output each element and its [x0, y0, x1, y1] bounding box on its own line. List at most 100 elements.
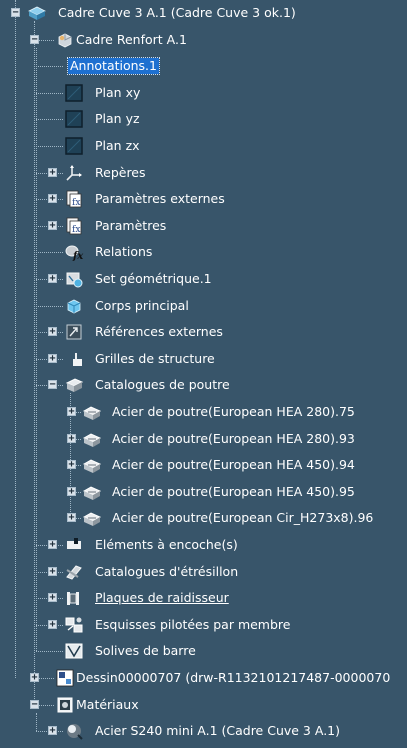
- body-icon[interactable]: [64, 296, 84, 316]
- tree-node-label[interactable]: Acier de poutre(European HEA 280).75: [110, 404, 357, 420]
- parameters-icon[interactable]: fx: [64, 216, 84, 236]
- plane-icon[interactable]: [64, 136, 84, 156]
- tree-node-annotations-1[interactable]: Annotations.1: [0, 54, 407, 78]
- tree-node-label[interactable]: Set géométrique.1: [93, 271, 214, 287]
- tree-node-label[interactable]: Solives de barre: [93, 643, 198, 659]
- tree-node-acier-de-poutre-european-hea-450-95[interactable]: + Acier de poutre(European HEA 450).95: [0, 480, 407, 504]
- tree-node-label[interactable]: Grilles de structure: [93, 351, 217, 367]
- expand-button[interactable]: +: [67, 407, 76, 417]
- expand-button[interactable]: +: [67, 513, 76, 523]
- tree-node-materiaux[interactable]: − Matériaux: [0, 693, 407, 717]
- tree-node-label[interactable]: Matériaux: [74, 697, 141, 713]
- collapse-button[interactable]: −: [48, 380, 57, 390]
- tree-node-label[interactable]: Références externes: [93, 324, 225, 340]
- parameters-icon[interactable]: fx: [64, 189, 84, 209]
- tree-node-label[interactable]: Repères: [93, 165, 148, 181]
- tree-node-grilles-de-structure[interactable]: + Grilles de structure: [0, 347, 407, 371]
- tree-node-label[interactable]: Corps principal: [93, 298, 191, 314]
- tree-node-label[interactable]: Paramètres externes: [93, 191, 227, 207]
- specification-tree[interactable]: − Cadre Cuve 3 A.1 (Cadre Cuve 3 ok.1) − Ca…: [0, 0, 407, 748]
- tree-node-label[interactable]: Relations: [93, 244, 154, 260]
- tree-node-label[interactable]: Acier de poutre(European HEA 450).95: [110, 484, 357, 500]
- collapse-button[interactable]: −: [11, 8, 20, 18]
- stiffener-plate-icon[interactable]: [64, 588, 84, 608]
- tree-node-label[interactable]: Plan zx: [93, 138, 142, 154]
- part-icon[interactable]: [55, 30, 75, 50]
- notch-icon[interactable]: [64, 535, 84, 555]
- tree-node-set-geometrique-1[interactable]: + Set géométrique.1: [0, 267, 407, 291]
- tree-node-label[interactable]: Annotations.1: [67, 57, 160, 76]
- tree-node-acier-de-poutre-european-hea-450-94[interactable]: + Acier de poutre(European HEA 450).94: [0, 453, 407, 477]
- tree-node-label[interactable]: Acier S240 mini A.1 (Cadre Cuve 3 A.1): [93, 723, 342, 739]
- tree-node-relations[interactable]: fx Relations: [0, 240, 407, 264]
- axis-system-icon[interactable]: [64, 163, 84, 183]
- expand-button[interactable]: +: [48, 566, 57, 576]
- tree-node-label[interactable]: Esquisses pilotées par membre: [93, 617, 292, 633]
- tree-node-plan-xy[interactable]: Plan xy: [0, 81, 407, 105]
- tree-node-elements-a-encoche-s[interactable]: + Eléments à encoche(s): [0, 533, 407, 557]
- expand-button[interactable]: +: [30, 673, 39, 683]
- beam-icon[interactable]: [82, 402, 102, 422]
- tree-node-catalogues-d-etresillon[interactable]: + Catalogues d'étrésillon: [0, 560, 407, 584]
- beam-catalog-icon[interactable]: [64, 375, 84, 395]
- tree-node-cadre-renfort-a-1[interactable]: − Cadre Renfort A.1: [0, 28, 407, 52]
- expand-button[interactable]: +: [48, 353, 57, 363]
- expand-button[interactable]: +: [67, 460, 76, 470]
- expand-button[interactable]: +: [48, 593, 57, 603]
- tree-node-label[interactable]: Plan yz: [93, 111, 142, 127]
- expand-button[interactable]: +: [67, 433, 76, 443]
- expand-button[interactable]: +: [48, 274, 57, 284]
- expand-button[interactable]: +: [48, 619, 57, 629]
- product-icon[interactable]: [27, 3, 47, 23]
- tree-node-acier-de-poutre-european-hea-280-75[interactable]: + Acier de poutre(European HEA 280).75: [0, 400, 407, 424]
- beam-icon[interactable]: [82, 429, 102, 449]
- collapse-button[interactable]: −: [30, 34, 39, 44]
- tree-node-label[interactable]: Catalogues d'étrésillon: [93, 564, 240, 580]
- drawing-icon[interactable]: [55, 668, 75, 688]
- beam-icon[interactable]: [82, 455, 102, 475]
- tree-node-label[interactable]: Cadre Cuve 3 A.1 (Cadre Cuve 3 ok.1): [56, 5, 298, 21]
- relations-icon[interactable]: fx: [64, 242, 84, 262]
- tree-node-plan-zx[interactable]: Plan zx: [0, 134, 407, 158]
- expand-button[interactable]: +: [48, 220, 57, 230]
- tree-node-parametres[interactable]: + fx Paramètres: [0, 214, 407, 238]
- tree-node-plan-yz[interactable]: Plan yz: [0, 107, 407, 131]
- tree-node-reperes[interactable]: + Repères: [0, 161, 407, 185]
- tree-node-solives-de-barre[interactable]: Solives de barre: [0, 639, 407, 663]
- tree-node-acier-de-poutre-european-hea-280-93[interactable]: + Acier de poutre(European HEA 280).93: [0, 427, 407, 451]
- plane-icon[interactable]: [64, 83, 84, 103]
- tree-node-references-externes[interactable]: + Références externes: [0, 320, 407, 344]
- expand-button[interactable]: +: [48, 540, 57, 550]
- tree-node-label[interactable]: Eléments à encoche(s): [93, 537, 240, 553]
- beam-icon[interactable]: [82, 508, 102, 528]
- tree-node-label[interactable]: Plan xy: [93, 85, 142, 101]
- expand-button[interactable]: +: [48, 167, 57, 177]
- tree-node-parametres-externes[interactable]: + fx Paramètres externes: [0, 187, 407, 211]
- tree-node-label[interactable]: Acier de poutre(European Cir_H273x8).96: [110, 510, 375, 526]
- external-references-icon[interactable]: [64, 322, 84, 342]
- tree-node-corps-principal[interactable]: Corps principal: [0, 294, 407, 318]
- materials-icon[interactable]: [55, 695, 75, 715]
- tree-node-label[interactable]: Cadre Renfort A.1: [74, 32, 189, 48]
- tree-node-plaques-de-raidisseur[interactable]: + Plaques de raidisseur: [0, 586, 407, 610]
- tree-node-label[interactable]: Acier de poutre(European HEA 280).93: [110, 431, 357, 447]
- tree-node-label[interactable]: Acier de poutre(European HEA 450).94: [110, 457, 357, 473]
- sketch-icon[interactable]: [64, 615, 84, 635]
- grid-icon[interactable]: [64, 349, 84, 369]
- strut-catalog-icon[interactable]: [64, 562, 84, 582]
- collapse-button[interactable]: −: [30, 699, 39, 709]
- tree-node-label[interactable]: Catalogues de poutre: [93, 377, 232, 393]
- beam-icon[interactable]: [82, 482, 102, 502]
- expand-button[interactable]: +: [67, 486, 76, 496]
- tree-node-catalogues-de-poutre[interactable]: − Catalogues de poutre: [0, 373, 407, 397]
- tree-node-acier-s240-mini-a-1-cadre-cuve-3-a-1[interactable]: + Acier S240 mini A.1 (Cadre Cuve 3 A.1): [0, 719, 407, 743]
- tree-node-dessin00000707-drw-r1132101217487-0000070[interactable]: + Dessin00000707 (drw-R1132101217487-0000…: [0, 666, 407, 690]
- expand-button[interactable]: +: [48, 194, 57, 204]
- expand-button[interactable]: +: [48, 726, 57, 736]
- tree-node-acier-de-poutre-european-cir-h273x8-96[interactable]: + Acier de poutre(European Cir_H273x8).96: [0, 506, 407, 530]
- expand-button[interactable]: +: [48, 327, 57, 337]
- tree-node-label[interactable]: Paramètres: [93, 218, 168, 234]
- material-icon[interactable]: [64, 721, 84, 741]
- tree-node-label[interactable]: Dessin00000707 (drw-R1132101217487-00000…: [74, 670, 392, 686]
- tree-node-esquisses-pilotees-par-membre[interactable]: + Esquisses pilotées par membre: [0, 613, 407, 637]
